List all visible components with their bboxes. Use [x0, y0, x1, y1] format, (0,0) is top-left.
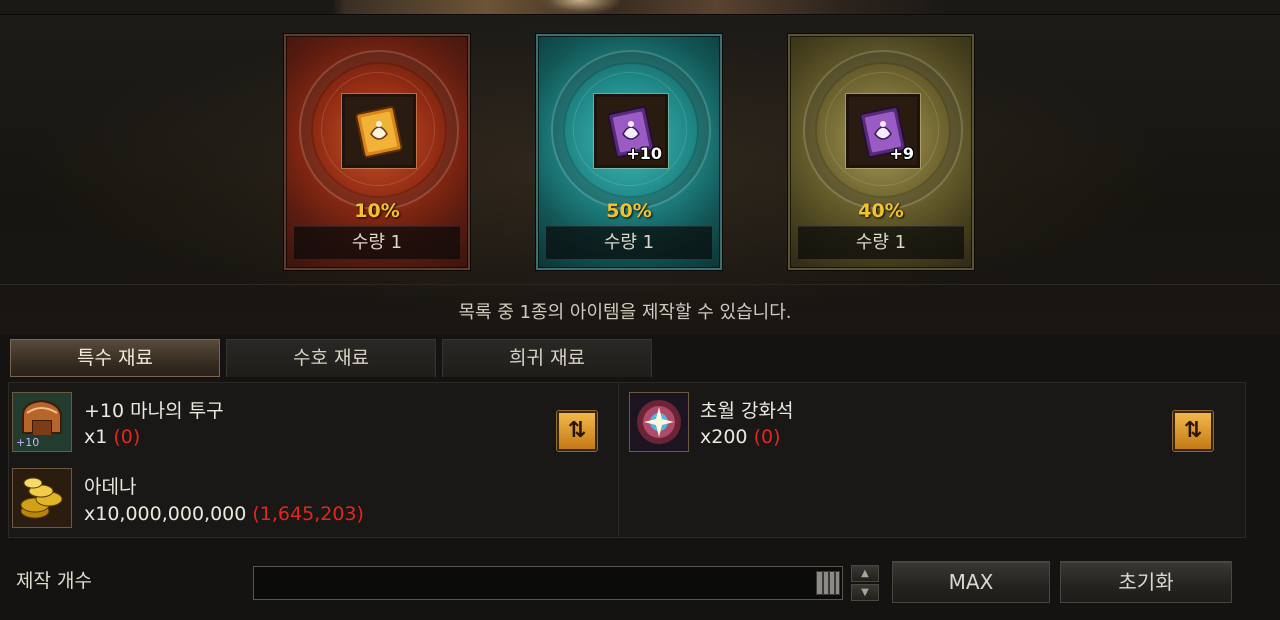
swap-material-button[interactable]: ⇅ — [1173, 411, 1213, 451]
swap-icon: ⇅ — [1183, 418, 1203, 443]
owned-count: (1,645,203) — [252, 503, 364, 525]
craft-count-label: 제작 개수 — [16, 570, 92, 592]
success-chance: 50% — [606, 200, 652, 222]
owned-count: (0) — [753, 426, 781, 448]
top-banner-art — [0, 0, 1280, 15]
helmet-icon[interactable]: +10 — [12, 392, 72, 452]
helmet-enchant-label: +10 — [16, 436, 40, 449]
tab-rare-materials[interactable]: 희귀 재료 — [442, 339, 652, 377]
result-quantity: 수량 1 — [798, 226, 964, 259]
result-item-slot[interactable]: +10 — [594, 94, 668, 168]
success-chance: 40% — [858, 200, 904, 222]
result-card-1[interactable]: 10% 수량 1 — [284, 34, 470, 270]
adena-coins-icon[interactable] — [12, 468, 72, 528]
reset-button[interactable]: 초기화 — [1060, 561, 1232, 603]
enchant-level-badge: +9 — [889, 144, 914, 163]
decrement-button[interactable]: ▼ — [851, 584, 879, 601]
material-name: 아데나 — [84, 476, 137, 498]
panel-divider — [618, 383, 619, 537]
craft-notice: 목록 중 1종의 아이템을 제작할 수 있습니다. — [458, 302, 792, 323]
success-chance: 10% — [354, 200, 400, 222]
owned-count: (0) — [113, 426, 141, 448]
material-count: x1 (0) — [84, 426, 141, 448]
quantity-stepper[interactable]: ▲ ▼ — [851, 565, 879, 601]
result-quantity: 수량 1 — [546, 226, 712, 259]
tab-special-materials[interactable]: 특수 재료 — [10, 339, 220, 377]
enchant-level-badge: +10 — [626, 144, 662, 163]
enhance-stone-icon[interactable] — [629, 392, 689, 452]
result-quantity: 수량 1 — [294, 226, 460, 259]
swap-material-button[interactable]: ⇅ — [557, 411, 597, 451]
swap-icon: ⇅ — [567, 418, 587, 443]
increment-button[interactable]: ▲ — [851, 565, 879, 582]
material-name: +10 마나의 투구 — [84, 400, 224, 422]
tab-guardian-materials[interactable]: 수호 재료 — [226, 339, 436, 377]
material-count: x200 (0) — [700, 426, 781, 448]
orange-scroll-icon — [355, 106, 403, 158]
result-item-slot[interactable] — [342, 94, 416, 168]
result-item-slot[interactable]: +9 — [846, 94, 920, 168]
craft-count-input[interactable] — [253, 566, 843, 600]
max-button[interactable]: MAX — [892, 561, 1050, 603]
material-name: 초월 강화석 — [700, 400, 794, 422]
keypad-icon[interactable] — [816, 571, 840, 595]
divider — [0, 284, 1280, 285]
result-card-3[interactable]: +9 40% 수량 1 — [788, 34, 974, 270]
material-count: x10,000,000,000 (1,645,203) — [84, 503, 364, 525]
result-card-2[interactable]: +10 50% 수량 1 — [536, 34, 722, 270]
